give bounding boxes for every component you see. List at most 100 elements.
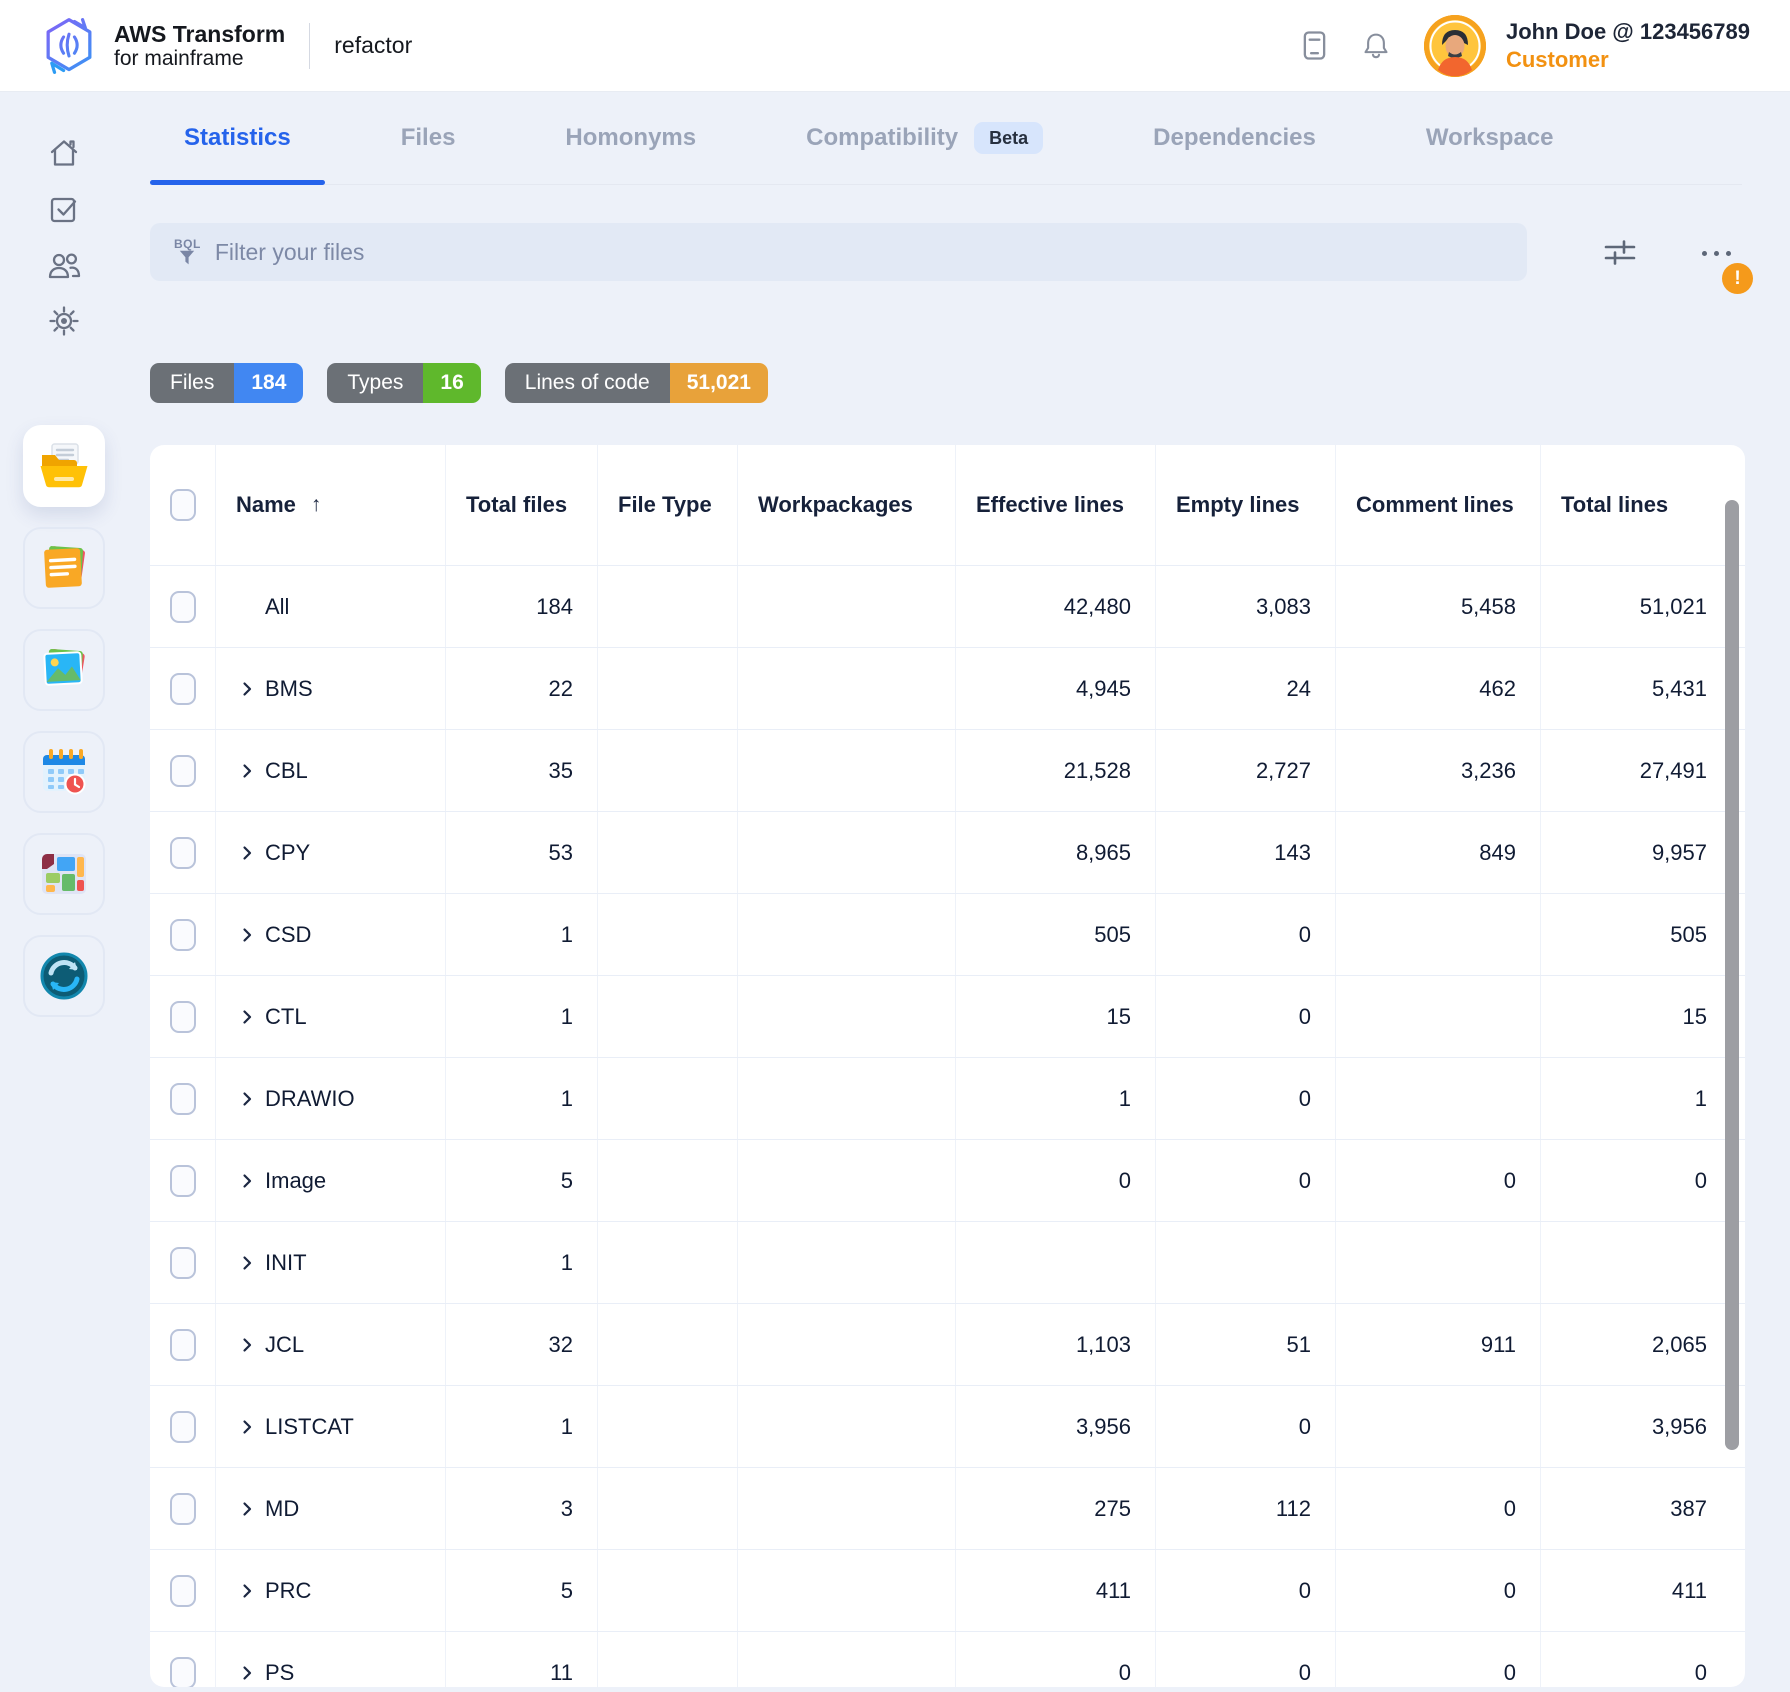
- row-checkbox[interactable]: [170, 1001, 196, 1033]
- row-checkbox[interactable]: [170, 673, 196, 705]
- row-checkbox[interactable]: [170, 1657, 196, 1688]
- sidebar: [0, 92, 128, 1692]
- chevron-right-icon[interactable]: [240, 927, 254, 943]
- notes-stack-icon: [37, 541, 91, 595]
- table-row[interactable]: CTL 1 15 0 15: [150, 975, 1745, 1057]
- table-row[interactable]: MD 3 275 112 0 387: [150, 1467, 1745, 1549]
- row-effective-lines: 505: [956, 894, 1156, 975]
- table-row[interactable]: JCL 32 1,103 51 911 2,065: [150, 1303, 1745, 1385]
- row-workpackages: [738, 976, 956, 1057]
- chevron-right-icon[interactable]: [240, 1009, 254, 1025]
- table-row[interactable]: CPY 53 8,965 143 849 9,957: [150, 811, 1745, 893]
- chevron-right-icon[interactable]: [240, 845, 254, 861]
- chevron-right-icon[interactable]: [240, 1665, 254, 1681]
- row-name: PRC: [265, 1578, 311, 1604]
- user-name[interactable]: John Doe @ 123456789: [1506, 18, 1750, 46]
- documentation-icon[interactable]: [1301, 30, 1328, 61]
- table-row[interactable]: INIT 1: [150, 1221, 1745, 1303]
- tab-files[interactable]: Files: [367, 92, 490, 184]
- tab-workspace[interactable]: Workspace: [1392, 92, 1588, 184]
- table-row[interactable]: CSD 1 505 0 505: [150, 893, 1745, 975]
- row-empty-lines: 0: [1156, 1550, 1336, 1631]
- row-comment-lines: 5,458: [1336, 566, 1541, 647]
- row-checkbox[interactable]: [170, 1247, 196, 1279]
- chevron-right-icon[interactable]: [240, 1255, 254, 1271]
- home-icon[interactable]: [47, 136, 81, 170]
- row-file-type: [598, 1058, 738, 1139]
- filter-settings-icon[interactable]: [1604, 237, 1636, 272]
- row-checkbox[interactable]: [170, 919, 196, 951]
- table-row[interactable]: PRC 5 411 0 0 411: [150, 1549, 1745, 1631]
- row-total-lines: 0: [1541, 1632, 1745, 1687]
- chevron-right-icon[interactable]: [240, 1583, 254, 1599]
- select-all-checkbox[interactable]: [170, 489, 196, 521]
- tab-statistics[interactable]: Statistics: [150, 92, 325, 184]
- row-checkbox[interactable]: [170, 1083, 196, 1115]
- chevron-right-icon[interactable]: [240, 1501, 254, 1517]
- row-checkbox[interactable]: [170, 591, 196, 623]
- chevron-right-icon[interactable]: [240, 1173, 254, 1189]
- summary-badges: Files 184 Types 16 Lines of code 51,021: [150, 363, 1790, 403]
- vertical-scrollbar-thumb[interactable]: [1725, 500, 1739, 1450]
- row-checkbox[interactable]: [170, 1165, 196, 1197]
- row-empty-lines: 0: [1156, 1386, 1336, 1467]
- table-row[interactable]: All 184 42,480 3,083 5,458 51,021: [150, 565, 1745, 647]
- sidebar-tile-notes[interactable]: [23, 527, 105, 609]
- sidebar-tile-globe[interactable]: [23, 935, 105, 1017]
- table-row[interactable]: DRAWIO 1 1 0 1: [150, 1057, 1745, 1139]
- files-count-badge: Files 184: [150, 363, 303, 403]
- brand-subtitle: for mainframe: [114, 47, 285, 71]
- filter-files-input[interactable]: [215, 239, 1503, 266]
- row-total-files: 32: [446, 1304, 598, 1385]
- table-row[interactable]: BMS 22 4,945 24 462 5,431: [150, 647, 1745, 729]
- tab-homonyms[interactable]: Homonyms: [531, 92, 730, 184]
- row-comment-lines: 0: [1336, 1632, 1541, 1687]
- row-checkbox[interactable]: [170, 755, 196, 787]
- table-row[interactable]: Image 5 0 0 0 0: [150, 1139, 1745, 1221]
- summary-chip-value: 51,021: [670, 363, 768, 403]
- table-row[interactable]: LISTCAT 1 3,956 0 3,956: [150, 1385, 1745, 1467]
- users-icon[interactable]: [46, 248, 82, 282]
- row-name: CSD: [265, 922, 311, 948]
- row-checkbox[interactable]: [170, 1575, 196, 1607]
- column-header-name[interactable]: Name ↑: [216, 445, 446, 565]
- table-header-row: Name ↑ Total files File Type Workpackage…: [150, 445, 1745, 565]
- row-effective-lines: 8,965: [956, 812, 1156, 893]
- settings-gear-icon[interactable]: [47, 304, 81, 338]
- globe-sync-icon: [37, 949, 91, 1003]
- sidebar-tile-calendar[interactable]: [23, 731, 105, 813]
- row-checkbox[interactable]: [170, 1493, 196, 1525]
- tab-bar: Statistics Files Homonyms Compatibility …: [150, 92, 1742, 185]
- row-workpackages: [738, 1304, 956, 1385]
- row-file-type: [598, 1632, 738, 1687]
- row-comment-lines: 0: [1336, 1550, 1541, 1631]
- table-row[interactable]: PS 11 0 0 0 0: [150, 1631, 1745, 1687]
- tab-compatibility[interactable]: Compatibility Beta: [772, 92, 1077, 184]
- app-header: AWS Transform for mainframe refactor: [0, 0, 1790, 92]
- sidebar-tile-files[interactable]: [23, 425, 105, 507]
- ellipsis-icon: [1702, 251, 1748, 256]
- main-content: Statistics Files Homonyms Compatibility …: [128, 92, 1790, 1692]
- sidebar-tile-dashboard[interactable]: [23, 833, 105, 915]
- chevron-right-icon[interactable]: [240, 1419, 254, 1435]
- chevron-right-icon[interactable]: [240, 1337, 254, 1353]
- chevron-right-icon[interactable]: [240, 1091, 254, 1107]
- avatar[interactable]: [1424, 15, 1486, 77]
- notifications-bell-icon[interactable]: [1362, 30, 1390, 62]
- row-total-lines: 51,021: [1541, 566, 1745, 647]
- row-effective-lines: 1: [956, 1058, 1156, 1139]
- row-total-lines: 505: [1541, 894, 1745, 975]
- more-actions-button[interactable]: !: [1702, 251, 1748, 313]
- row-checkbox[interactable]: [170, 1411, 196, 1443]
- tasks-check-icon[interactable]: [47, 192, 81, 226]
- tab-dependencies[interactable]: Dependencies: [1119, 92, 1350, 184]
- sidebar-tile-images[interactable]: [23, 629, 105, 711]
- row-total-files: 11: [446, 1632, 598, 1687]
- chevron-right-icon[interactable]: [240, 681, 254, 697]
- row-checkbox[interactable]: [170, 837, 196, 869]
- table-row[interactable]: CBL 35 21,528 2,727 3,236 27,491: [150, 729, 1745, 811]
- row-checkbox[interactable]: [170, 1329, 196, 1361]
- user-role: Customer: [1506, 46, 1750, 74]
- row-file-type: [598, 1304, 738, 1385]
- chevron-right-icon[interactable]: [240, 763, 254, 779]
